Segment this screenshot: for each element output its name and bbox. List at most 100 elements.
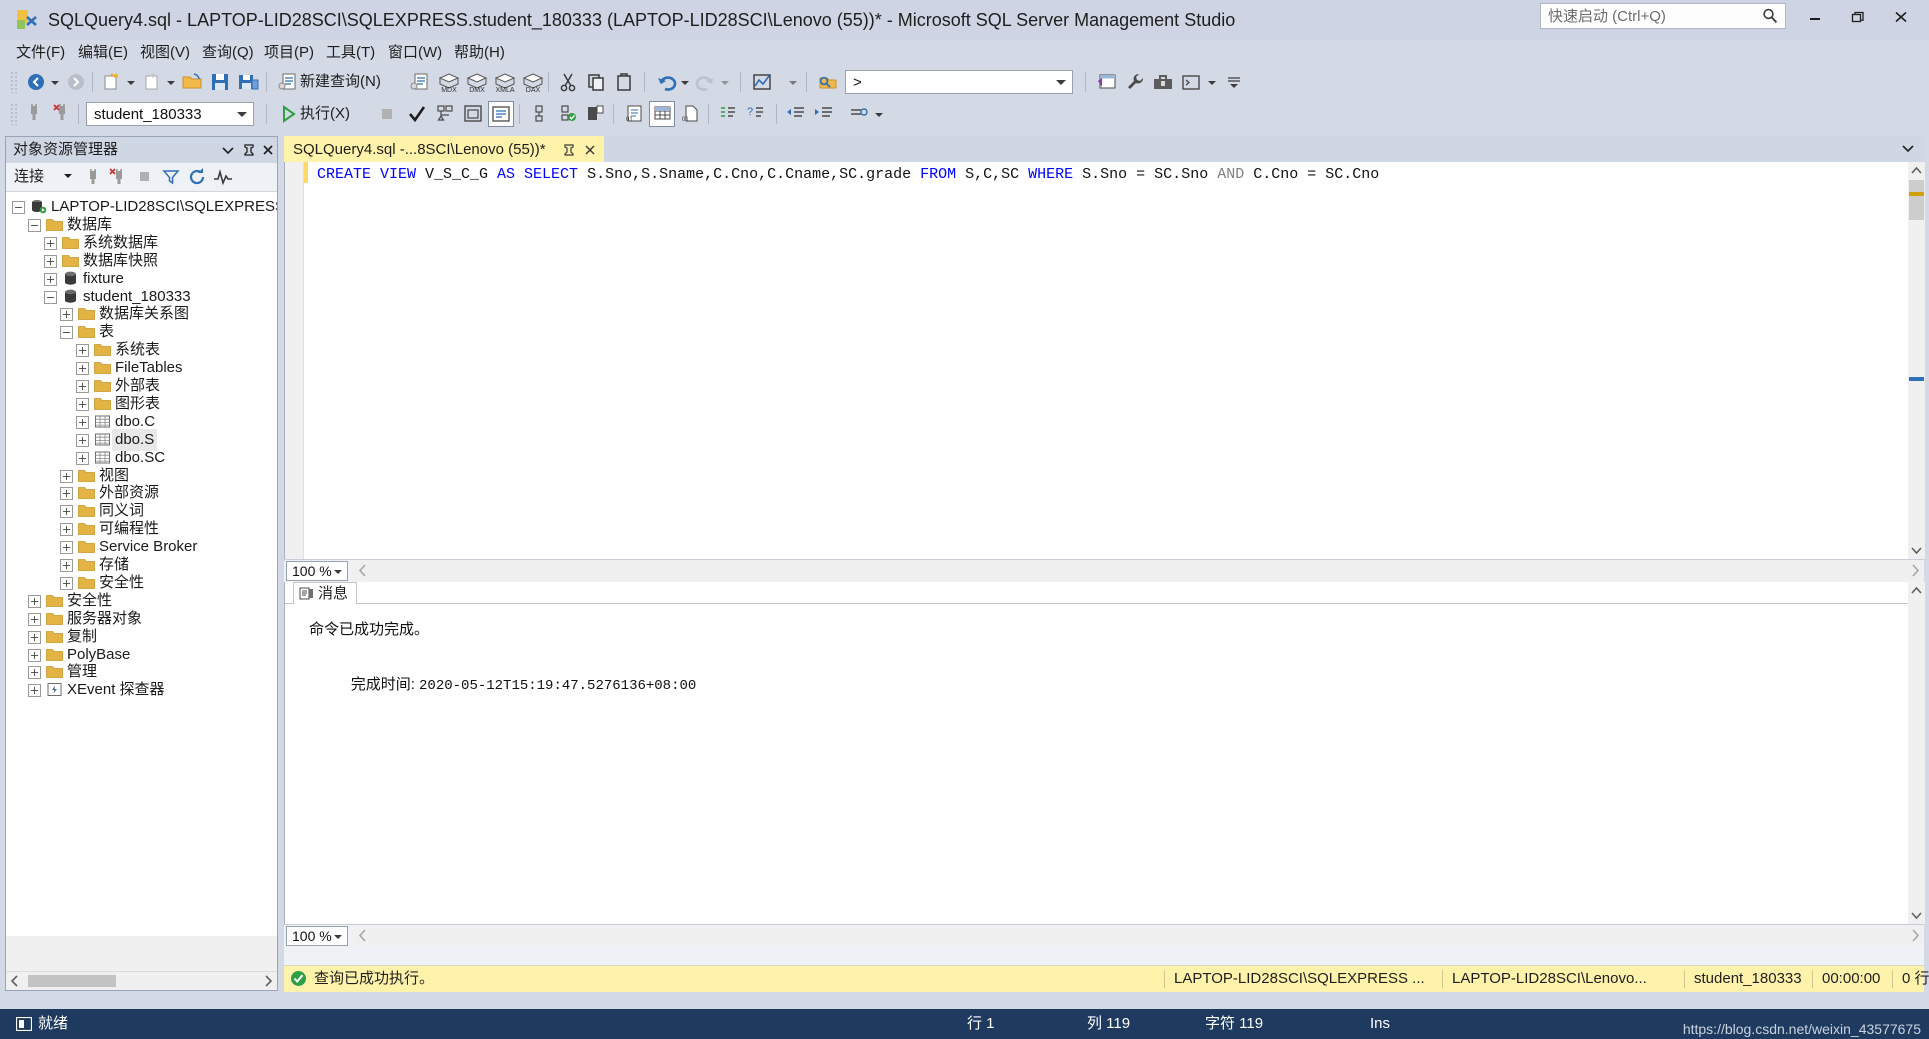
menu-file[interactable]: 文件(F) (8, 40, 73, 66)
new-vs-window-icon[interactable] (1095, 70, 1119, 94)
expand-icon[interactable] (60, 523, 73, 537)
results-to-text-icon[interactable]: 01 (622, 102, 646, 126)
navigate-back-icon[interactable] (24, 70, 48, 94)
new-project-dropdown[interactable] (124, 70, 138, 94)
expand-icon[interactable] (76, 344, 89, 358)
expand-icon[interactable] (28, 594, 41, 608)
expand-icon[interactable] (60, 576, 73, 590)
scroll-right-icon[interactable] (1907, 560, 1924, 581)
expand-icon[interactable] (76, 451, 89, 465)
expand-icon[interactable] (60, 505, 73, 519)
decrease-indent-icon[interactable] (784, 102, 808, 126)
toolbox-icon[interactable] (1151, 70, 1175, 94)
editor-zoom-combo[interactable]: 100 % (286, 561, 348, 581)
include-client-statistics-icon[interactable] (527, 102, 551, 126)
expand-icon[interactable] (76, 362, 89, 376)
expand-icon[interactable] (44, 236, 57, 250)
find-in-files-icon[interactable] (816, 70, 840, 94)
activity-monitor-icon[interactable] (750, 70, 774, 94)
chevron-down-icon[interactable] (1900, 140, 1916, 156)
menu-view[interactable]: 视图(V) (132, 40, 198, 66)
save-icon[interactable] (208, 70, 232, 94)
save-all-icon[interactable] (236, 70, 260, 94)
menu-window[interactable]: 窗口(W) (380, 40, 450, 66)
expand-icon[interactable] (28, 684, 41, 698)
activity-monitor-dropdown[interactable] (786, 70, 800, 94)
expand-icon[interactable] (76, 415, 89, 429)
toolbar-overflow-icon[interactable] (1222, 70, 1246, 94)
powershell-dropdown[interactable] (1205, 70, 1219, 94)
new-dax-query-icon[interactable]: DAX (520, 70, 544, 94)
stop-icon[interactable] (375, 102, 399, 126)
comment-icon[interactable] (716, 102, 740, 126)
scroll-left-icon[interactable] (354, 560, 371, 581)
expand-icon[interactable] (76, 380, 89, 393)
hscroll-thumb[interactable] (28, 975, 116, 987)
expand-icon[interactable] (60, 487, 73, 501)
new-xmla-query-icon[interactable]: XMLA (492, 70, 516, 94)
results-to-file-icon[interactable]: 01 (678, 102, 702, 126)
expand-icon[interactable] (76, 433, 89, 447)
close-icon[interactable] (259, 141, 277, 159)
scroll-right-icon[interactable] (259, 972, 277, 990)
new-item-icon[interactable] (140, 70, 164, 94)
query-options-icon[interactable] (461, 102, 485, 126)
new-query-icon[interactable] (276, 70, 300, 94)
disconnect-icon[interactable] (50, 102, 74, 126)
find-combo[interactable]: > (845, 70, 1073, 94)
new-project-icon[interactable] (100, 70, 124, 94)
expand-icon[interactable] (28, 648, 41, 662)
collapse-icon[interactable] (44, 290, 57, 304)
refresh-icon[interactable] (186, 166, 208, 188)
disconnect-plug-icon[interactable] (108, 166, 130, 188)
scroll-down-icon[interactable] (1908, 907, 1925, 924)
editor-vscrollbar[interactable] (1908, 162, 1925, 559)
results-zoom-combo[interactable]: 100 % (286, 926, 348, 946)
stop-icon[interactable] (134, 166, 156, 188)
copy-icon[interactable] (584, 70, 608, 94)
redo-icon[interactable] (694, 70, 718, 94)
cut-icon[interactable] (556, 70, 580, 94)
toolbar-grip[interactable] (10, 71, 18, 93)
new-item-dropdown[interactable] (164, 70, 178, 94)
menu-help[interactable]: 帮助(H) (446, 40, 513, 66)
connect-menu-button[interactable]: 连接 (12, 166, 46, 188)
menu-query[interactable]: 查询(Q) (194, 40, 262, 66)
paste-icon[interactable] (612, 70, 636, 94)
editor-hscrollbar[interactable] (354, 560, 1924, 581)
scroll-down-icon[interactable] (1908, 542, 1925, 559)
undo-dropdown[interactable] (678, 70, 692, 94)
navigate-back-dropdown[interactable] (48, 70, 62, 94)
results-to-grid-icon[interactable] (649, 101, 675, 127)
menu-edit[interactable]: 编辑(E) (70, 40, 136, 66)
uncomment-icon[interactable]: ? (744, 102, 768, 126)
scroll-up-icon[interactable] (1908, 582, 1925, 599)
sqlcmd-mode-icon[interactable] (583, 102, 607, 126)
sql-editor[interactable]: CREATE VIEW V_S_C_G AS SELECT S.Sno,S.Sn… (284, 162, 1925, 559)
pin-icon[interactable] (561, 142, 577, 158)
redo-dropdown[interactable] (718, 70, 732, 94)
database-combo[interactable]: student_180333 (86, 102, 254, 126)
open-file-icon[interactable] (180, 70, 204, 94)
scroll-left-icon[interactable] (354, 925, 371, 946)
expand-icon[interactable] (44, 272, 57, 286)
new-query-label[interactable]: 新建查询(N) (300, 70, 381, 94)
new-analysis-query-icon[interactable] (408, 70, 432, 94)
menu-project[interactable]: 项目(P) (256, 40, 322, 66)
parse-check-icon[interactable] (405, 102, 429, 126)
expand-icon[interactable] (28, 630, 41, 644)
include-actual-plan-icon[interactable] (488, 101, 514, 127)
activity-icon[interactable] (212, 166, 234, 188)
expand-icon[interactable] (60, 308, 73, 322)
expand-icon[interactable] (44, 254, 57, 268)
undo-icon[interactable] (654, 70, 678, 94)
scroll-right-icon[interactable] (1907, 925, 1924, 946)
expand-icon[interactable] (76, 397, 89, 411)
menu-tools[interactable]: 工具(T) (318, 40, 383, 66)
navigate-forward-icon[interactable] (64, 70, 88, 94)
results-vscrollbar[interactable] (1908, 582, 1925, 924)
options-wrench-icon[interactable] (1123, 70, 1147, 94)
sql-query-text[interactable]: CREATE VIEW V_S_C_G AS SELECT S.Sno,S.Sn… (317, 164, 1379, 185)
include-live-plan-icon[interactable] (555, 102, 579, 126)
collapse-icon[interactable] (60, 326, 73, 340)
